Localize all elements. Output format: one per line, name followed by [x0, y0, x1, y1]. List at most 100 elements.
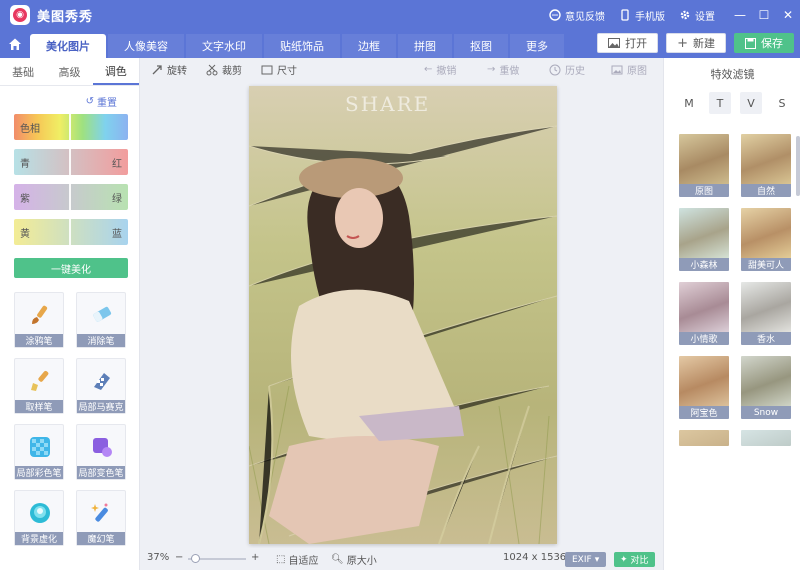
exif-button[interactable]: EXIF ▾	[565, 552, 607, 567]
chat-icon	[549, 9, 561, 21]
tab-text-watermark[interactable]: 文字水印	[186, 34, 262, 58]
blue-label: 蓝	[112, 228, 122, 240]
cyan-red-slider[interactable]: 青 红	[14, 149, 128, 175]
original-button[interactable]: 原图	[611, 62, 647, 77]
save-button[interactable]: 保存	[734, 33, 794, 53]
tool-background-blur[interactable]: 背景虚化	[14, 490, 64, 546]
feedback-button[interactable]: 意见反馈	[549, 8, 605, 23]
filter-more-1[interactable]	[679, 430, 729, 446]
mobile-version-button[interactable]: 手机版	[619, 8, 665, 23]
tool-label: 局部马赛克	[77, 400, 125, 413]
filter-natural[interactable]: 自然	[741, 134, 791, 197]
rotate-button[interactable]: 旋转	[151, 62, 187, 77]
tab-advanced[interactable]: 高级	[46, 58, 92, 85]
tool-recolor-brush[interactable]: 局部变色笔	[76, 424, 126, 480]
tool-mosaic[interactable]: 局部马赛克	[76, 358, 126, 414]
color-brush-icon	[30, 437, 50, 457]
filter-label: 阿宝色	[679, 406, 729, 419]
new-button[interactable]: + 新建	[666, 33, 726, 53]
compare-button[interactable]: ✦ 对比	[614, 552, 655, 567]
yellow-blue-slider-knob[interactable]	[69, 219, 71, 245]
magenta-green-slider-knob[interactable]	[69, 184, 71, 210]
filter-thumbnail	[741, 134, 791, 184]
filter-perfume[interactable]: 香水	[741, 282, 791, 345]
tool-brush[interactable]: 涂鸦笔	[14, 292, 64, 348]
hue-slider[interactable]: 色相	[14, 114, 128, 140]
magnifier-icon: 🔍︎	[331, 554, 344, 565]
tab-color-adjust[interactable]: 调色	[92, 58, 139, 85]
reset-button[interactable]: ↺ 重置	[86, 94, 117, 109]
fit-button[interactable]: ⬚ 自适应	[276, 552, 318, 567]
tool-label: 涂鸦笔	[15, 334, 63, 347]
tab-border[interactable]: 边框	[342, 34, 396, 58]
compare-label: 对比	[630, 556, 649, 566]
filter-tab-m[interactable]: M	[678, 92, 700, 114]
filter-tab-t[interactable]: T	[709, 92, 731, 114]
gear-icon	[680, 10, 690, 20]
filter-snow[interactable]: Snow	[741, 356, 791, 419]
zoom-in-button[interactable]: +	[251, 552, 259, 563]
magenta-green-slider[interactable]: 紫 绿	[14, 184, 128, 210]
crop-button[interactable]: 裁剪	[206, 62, 242, 77]
zoom-out-button[interactable]: −	[175, 552, 183, 563]
filter-abao[interactable]: 阿宝色	[679, 356, 729, 419]
image-dimensions: 1024 x 1536	[503, 552, 567, 563]
tab-collage[interactable]: 拼图	[398, 34, 452, 58]
history-button[interactable]: 历史	[549, 62, 585, 77]
tab-beautify[interactable]: 美化图片	[30, 34, 106, 58]
resize-button[interactable]: 尺寸	[261, 62, 297, 77]
tab-stickers[interactable]: 贴纸饰品	[264, 34, 340, 58]
tool-eraser[interactable]: 消除笔	[76, 292, 126, 348]
filter-scrollbar[interactable]	[796, 136, 800, 196]
filter-love-song[interactable]: 小情歌	[679, 282, 729, 345]
canvas-area[interactable]: SHARE	[141, 80, 663, 548]
redo-button[interactable]: → 重做	[487, 62, 519, 77]
close-icon[interactable]: ✕	[782, 8, 794, 22]
app-logo: ◉	[10, 5, 30, 25]
save-label: 保存	[761, 37, 783, 50]
compare-icon: ✦	[620, 554, 628, 565]
crop-icon	[206, 64, 218, 75]
settings-label: 设置	[695, 11, 715, 23]
cyan-red-slider-knob[interactable]	[69, 149, 71, 175]
tool-color-brush[interactable]: 局部彩色笔	[14, 424, 64, 480]
home-button[interactable]	[0, 30, 30, 58]
open-button[interactable]: 打开	[597, 33, 659, 53]
filter-sweet[interactable]: 甜美可人	[741, 208, 791, 271]
status-bar: 37% − + ⬚ 自适应 🔍︎ 原大小 1024 x 1536 EXIF ▾ …	[141, 548, 663, 570]
settings-button[interactable]: 设置	[679, 8, 715, 23]
green-label: 绿	[112, 193, 122, 205]
caret-down-icon: ▾	[594, 554, 600, 565]
actual-size-button[interactable]: 🔍︎ 原大小	[331, 552, 377, 567]
undo-button[interactable]: ← 撤销	[424, 62, 456, 77]
auto-beautify-button[interactable]: 一键美化	[14, 258, 128, 278]
edit-toolbar: 旋转 裁剪 尺寸 ← 撤销 → 重做 历史 原图	[141, 58, 663, 80]
filter-tab-v[interactable]: V	[740, 92, 762, 114]
actual-size-label: 原大小	[346, 556, 377, 567]
crop-label: 裁剪	[222, 66, 242, 77]
filter-original[interactable]: 原图	[679, 134, 729, 197]
tab-more[interactable]: 更多	[510, 34, 564, 58]
zoom-slider-knob[interactable]	[191, 554, 200, 563]
hue-slider-knob[interactable]	[69, 114, 71, 140]
yellow-blue-slider[interactable]: 黄 蓝	[14, 219, 128, 245]
filter-more-2[interactable]	[741, 430, 791, 446]
tool-magic-pen[interactable]: 魔幻笔	[76, 490, 126, 546]
filter-thumbnail	[679, 134, 729, 184]
photo-illustration	[249, 86, 557, 544]
history-label: 历史	[565, 66, 585, 77]
mosaic-icon	[94, 373, 110, 390]
filter-thumbnail	[679, 356, 729, 406]
tool-sampler[interactable]: 取样笔	[14, 358, 64, 414]
filter-forest[interactable]: 小森林	[679, 208, 729, 271]
minimize-icon[interactable]: —	[734, 8, 746, 22]
feedback-label: 意见反馈	[565, 11, 605, 23]
tab-cutout[interactable]: 抠图	[454, 34, 508, 58]
tab-basic[interactable]: 基础	[0, 58, 46, 85]
edited-photo[interactable]: SHARE	[249, 86, 557, 544]
maximize-icon[interactable]: ☐	[758, 8, 770, 22]
tab-portrait[interactable]: 人像美容	[108, 34, 184, 58]
app-title: 美图秀秀	[37, 9, 94, 25]
filter-tab-s[interactable]: S	[771, 92, 793, 114]
recolor-brush-icon	[93, 438, 112, 457]
